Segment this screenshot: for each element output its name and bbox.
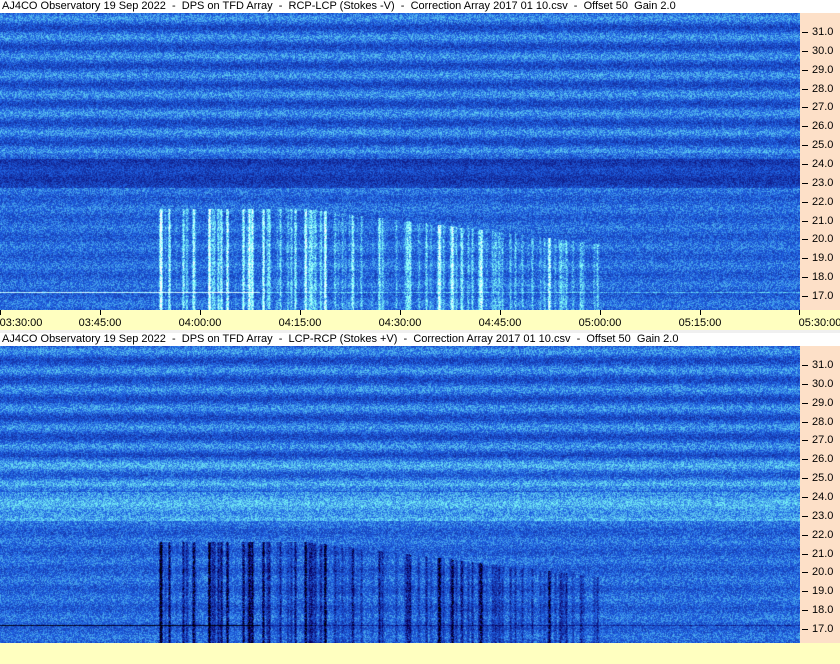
y-tick-label: 17.0	[812, 622, 834, 635]
y-tick-label: 21.0	[812, 547, 834, 560]
y-tick-label: 19.0	[812, 252, 834, 265]
x-tick-label: 05:15:00	[678, 317, 722, 329]
y-tick-label: 26.0	[812, 120, 834, 133]
y-tick-label: 29.0	[812, 396, 834, 409]
y-tick-label: 20.0	[812, 233, 834, 246]
x-tick	[799, 310, 800, 315]
y-tick-label: 21.0	[812, 214, 834, 227]
y-tick-label: 25.0	[812, 472, 834, 485]
frequency-axis-1: 31.0 30.0 29.0 28.0 27.0 26.0 25.0 24.0 23.0 22.0…	[800, 13, 840, 310]
x-tick-label: 05:00:00	[578, 317, 622, 329]
y-tick-label: 23.0	[812, 509, 834, 522]
x-tick	[0, 310, 1, 315]
panel-1-title: AJ4CO Observatory 19 Sep 2022 - DPS on T…	[0, 0, 840, 13]
y-tick-label: 28.0	[812, 82, 834, 95]
y-tick-label: 19.0	[812, 585, 834, 598]
y-tick-label: 27.0	[812, 434, 834, 447]
x-tick	[500, 310, 501, 315]
x-tick-label: 03:45:00	[78, 317, 122, 329]
x-tick	[400, 310, 401, 315]
y-tick-label: 30.0	[812, 377, 834, 390]
spectrogram-lcp-rcp[interactable]	[0, 346, 800, 643]
x-tick	[200, 310, 201, 315]
y-tick-label: 18.0	[812, 604, 834, 617]
y-tick-label: 17.0	[812, 289, 834, 302]
y-tick-label: 28.0	[812, 415, 834, 428]
x-tick-label: 04:45:00	[478, 317, 522, 329]
y-tick-label: 30.0	[812, 44, 834, 57]
y-tick-label: 27.0	[812, 101, 834, 114]
x-tick-label: 04:15:00	[278, 317, 322, 329]
spectrogram-rcp-lcp[interactable]	[0, 13, 800, 310]
y-tick-label: 26.0	[812, 453, 834, 466]
y-tick-label: 24.0	[812, 490, 834, 503]
x-tick	[300, 310, 301, 315]
x-tick-label: 04:30:00	[378, 317, 422, 329]
y-tick-label: 25.0	[812, 139, 834, 152]
x-tick	[600, 310, 601, 315]
y-tick-label: 31.0	[812, 26, 834, 38]
y-tick-label: 22.0	[812, 195, 834, 208]
x-tick-label: 05:30:00	[798, 317, 840, 329]
y-tick-label: 20.0	[812, 566, 834, 579]
y-tick-label: 18.0	[812, 271, 834, 284]
y-tick-label: 29.0	[812, 63, 834, 76]
panel-2-title: AJ4CO Observatory 19 Sep 2022 - DPS on T…	[0, 333, 840, 346]
y-tick-label: 22.0	[812, 528, 834, 541]
frequency-axis-2: 31.0 30.0 29.0 28.0 27.0 26.0 25.0 24.0 23.0 22.0…	[800, 346, 840, 643]
x-tick-label: 03:30:00	[0, 317, 43, 329]
y-tick-label: 24.0	[812, 157, 834, 170]
x-tick	[100, 310, 101, 315]
y-tick-label: 23.0	[812, 176, 834, 189]
x-tick	[700, 310, 701, 315]
y-tick-label: 31.0	[812, 359, 834, 371]
time-axis-1: 03:30:00 03:45:00 04:00:00 04:15:00 04:30:00…	[0, 310, 840, 330]
x-tick-label: 04:00:00	[178, 317, 222, 329]
time-axis-2	[0, 643, 840, 664]
